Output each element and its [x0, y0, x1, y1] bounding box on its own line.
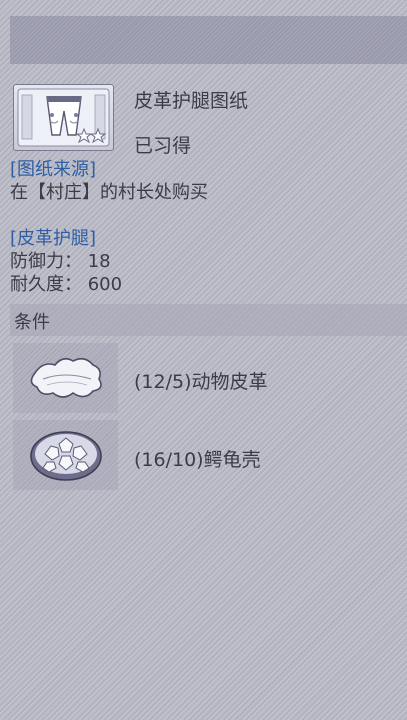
item-heading: [皮革护腿]	[10, 228, 97, 249]
animal-hide-icon[interactable]	[13, 343, 118, 413]
source-heading: [图纸来源]	[10, 159, 97, 180]
source-text: 在【村庄】的村长处购买	[10, 182, 208, 203]
defense-stat: 防御力： 18	[10, 251, 111, 272]
leather-leggings-blueprint-icon[interactable]	[13, 84, 114, 151]
learned-status: 已习得	[134, 135, 192, 157]
durability-stat: 耐久度： 600	[10, 274, 123, 295]
material-turtle-shell: (16/10)鳄龟壳	[134, 449, 261, 471]
material-animal-hide: (12/5)动物皮革	[134, 371, 268, 393]
blueprint-name: 皮革护腿图纸	[134, 90, 249, 112]
header-bar	[10, 16, 407, 64]
turtle-shell-icon[interactable]	[13, 420, 118, 490]
conditions-section: 条件	[10, 304, 407, 336]
conditions-label: 条件	[14, 312, 50, 333]
